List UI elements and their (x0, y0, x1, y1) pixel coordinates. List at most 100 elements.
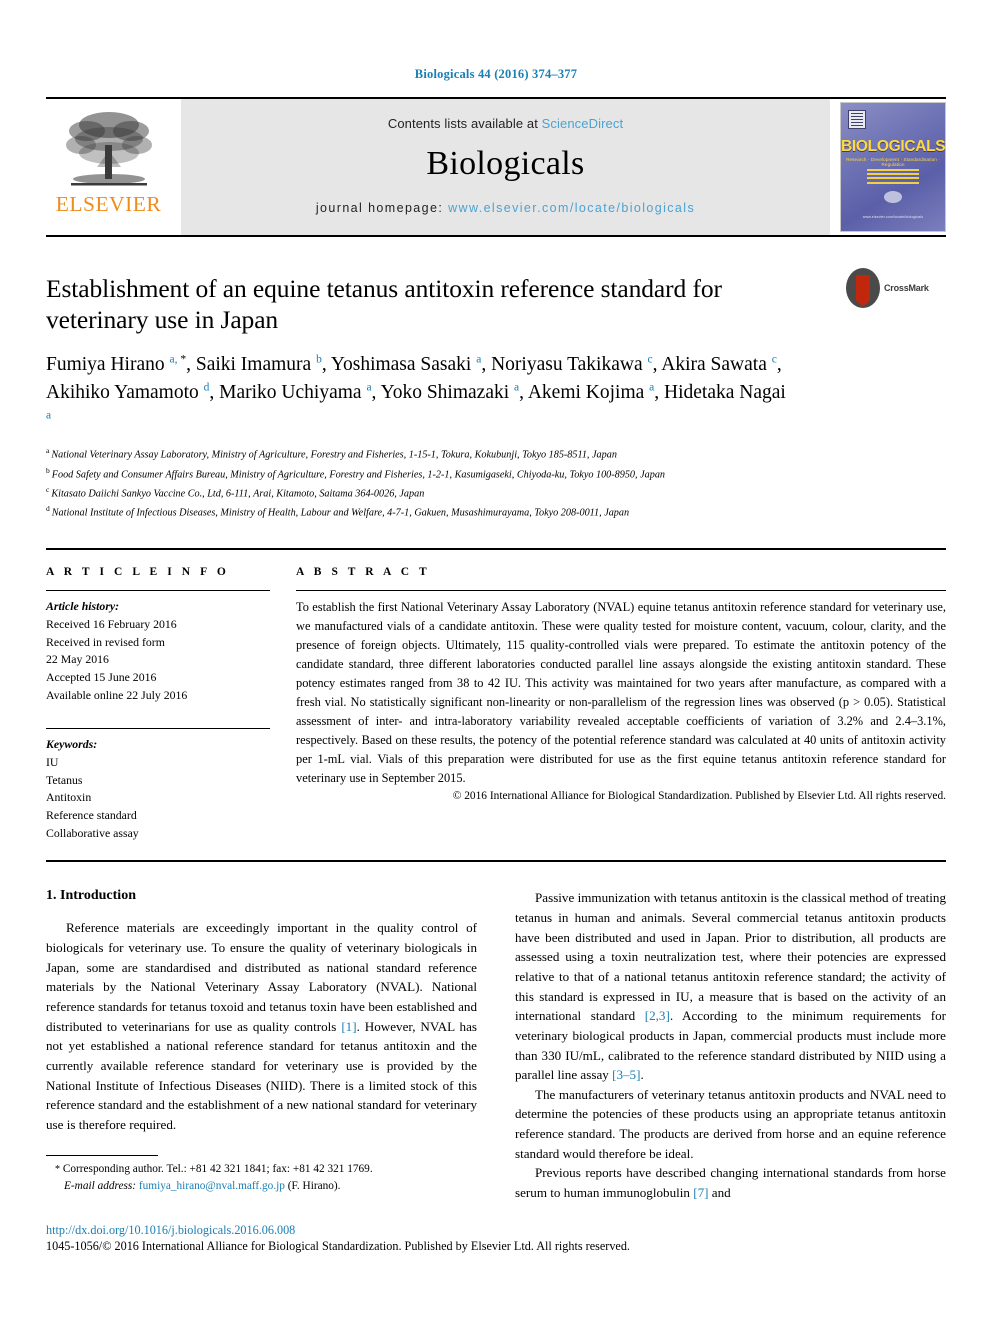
author-name: Fumiya Hirano (46, 354, 170, 376)
affiliation-text: Food Safety and Consumer Affairs Bureau,… (51, 468, 666, 480)
author-name: Akira Sawata (661, 354, 772, 376)
elsevier-branding: ELSEVIER (46, 99, 171, 235)
author-separator: , (652, 354, 662, 376)
article-history-item: Received 16 February 2016 (46, 616, 177, 631)
author-separator: , (776, 354, 782, 376)
keyword-item: Reference standard (46, 808, 137, 823)
paragraph-text: Passive immunization with tetanus antito… (515, 890, 946, 1024)
author-affiliation-mark: a (46, 409, 52, 422)
band-bottom-rule (46, 860, 946, 863)
footnote-star-icon: * (55, 1164, 60, 1175)
body-paragraph: Passive immunization with tetanus antito… (515, 888, 946, 1084)
citation-link[interactable]: [1] (341, 1019, 356, 1034)
page-footer: http://dx.doi.org/10.1016/j.biologicals.… (46, 1222, 946, 1255)
article-history-lines: Received 16 February 2016 Received in rev… (46, 616, 270, 704)
homepage-prefix: journal homepage: (315, 201, 449, 215)
abstract-column: A B S T R A C T To establish the first N… (296, 566, 946, 842)
author-name: Noriyasu Takikawa (491, 354, 648, 376)
abstract-rule (296, 590, 946, 592)
author-name: Yoshimasa Sasaki (330, 354, 477, 376)
affiliation-text: Kitasato Daiichi Sankyo Vaccine Co., Ltd… (51, 488, 425, 500)
author-affiliation-mark: a, * (169, 353, 187, 366)
affiliation-item: a National Veterinary Assay Laboratory, M… (46, 445, 946, 464)
email-link[interactable]: fumiya_hirano@nval.maff.go.jp (139, 1180, 285, 1192)
abstract-heading: A B S T R A C T (296, 566, 431, 579)
author-name: Mariko Uchiyama (219, 381, 367, 403)
cover-emblem-icon (848, 109, 866, 129)
cover-seal-icon (884, 190, 902, 203)
paragraph-text: . However, NVAL has not yet established … (46, 1018, 477, 1132)
doi-link[interactable]: http://dx.doi.org/10.1016/j.biologicals.… (46, 1222, 946, 1238)
paragraph-text: The manufacturers of veterinary tetanus … (515, 1086, 946, 1161)
keyword-item: Antitoxin (46, 790, 92, 805)
author-separator: , (519, 381, 528, 403)
author-separator: , (481, 354, 492, 376)
crossmark-badge[interactable]: CrossMark (846, 267, 946, 309)
corresponding-author-footnote: * Corresponding author. Tel.: +81 42 321… (46, 1161, 477, 1178)
cover-title: BIOLOGICALS (841, 137, 946, 155)
paragraph-text: . (640, 1067, 644, 1083)
journal-title: Biologicals (426, 145, 585, 182)
affiliation-item: b Food Safety and Consumer Affairs Bureau… (46, 465, 946, 484)
author-separator: , (209, 381, 220, 403)
right-column: Passive immunization with tetanus antito… (515, 888, 946, 1202)
cover-subtitle: Research · Development · Standardisation… (846, 156, 940, 167)
affiliation-item: d National Institute of Infectious Diseas… (46, 503, 946, 522)
body-paragraph: Reference materials are exceedingly impo… (46, 918, 477, 1134)
corresponding-author-text: Corresponding author. Tel.: +81 42 321 1… (62, 1163, 373, 1175)
affiliation-text: National Veterinary Assay Laboratory, Mi… (51, 449, 617, 461)
footnote-area: * Corresponding author. Tel.: +81 42 321… (46, 1155, 477, 1194)
left-column-paragraphs: Reference materials are exceedingly impo… (46, 918, 477, 1134)
right-column-paragraphs: Passive immunization with tetanus antito… (515, 888, 946, 1202)
footnote-rule (46, 1155, 158, 1156)
citation-link[interactable]: [2,3] (645, 1008, 670, 1023)
article-history-item: Received in revised form (46, 634, 165, 649)
elsevier-tree-logo (65, 111, 152, 185)
author-separator: , (371, 381, 381, 403)
affiliation-list: a National Veterinary Assay Laboratory, M… (46, 445, 946, 522)
crossmark-label: CrossMark (884, 282, 929, 293)
author-name: Akemi Kojima (527, 381, 650, 403)
title-area: Establishment of an equine tetanus antit… (46, 237, 946, 523)
email-owner: (F. Hirano). (287, 1179, 341, 1192)
body-paragraph: The manufacturers of veterinary tetanus … (515, 1085, 946, 1164)
author-name: Akihiko Yamamoto (46, 381, 204, 403)
affiliation-text: National Institute of Infectious Disease… (51, 507, 630, 519)
introduction-heading: 1. Introduction (46, 888, 477, 904)
affiliation-item: c Kitasato Daiichi Sankyo Vaccine Co., Lt… (46, 484, 946, 503)
article-history-label: Article history: (46, 599, 120, 614)
email-label: E-mail address: (64, 1179, 137, 1192)
keyword-item: Collaborative assay (46, 825, 139, 840)
article-title: Establishment of an equine tetanus antit… (46, 273, 722, 334)
journal-masthead: ELSEVIER Contents lists available at Sci… (46, 96, 946, 235)
body-paragraph: Previous reports have described changing… (515, 1163, 946, 1202)
email-footnote: E-mail address: fumiya_hirano@nval.maff.… (46, 1178, 477, 1194)
author-name: Hidetaka Nagai (664, 381, 786, 403)
keyword-item: IU (46, 754, 59, 769)
keyword-item: Tetanus (46, 772, 83, 787)
journal-cover-thumbnail: BIOLOGICALS Research · Development · Sta… (840, 101, 946, 232)
author-separator: , (654, 381, 665, 403)
article-history-item: Accepted 15 June 2016 (46, 669, 157, 684)
keyword-lines: IU Tetanus Antitoxin Reference standard Coll… (46, 754, 270, 842)
running-head: Biologicals 44 (2016) 374–377 (414, 67, 578, 81)
abstract-copyright: © 2016 International Alliance for Biolog… (452, 789, 946, 802)
info-abstract-band: A R T I C L E I N F O Article history: R… (46, 548, 946, 842)
sciencedirect-link[interactable]: ScienceDirect (542, 116, 624, 131)
author-name: Yoko Shimazaki (380, 381, 515, 403)
author-separator: , (186, 354, 196, 376)
paragraph-text: and (708, 1185, 731, 1201)
article-history-item: 22 May 2016 (46, 652, 109, 667)
citation-link[interactable]: [7] (693, 1185, 708, 1200)
cover-decorative-lines (867, 168, 919, 187)
elsevier-wordmark: ELSEVIER (55, 191, 162, 216)
homepage-url-link[interactable]: www.elsevier.com/locate/biologicals (448, 201, 695, 215)
section-number: 1. (46, 888, 57, 904)
crossmark-icon (846, 267, 880, 308)
author-list: Fumiya Hirano a, *, Saiki Imamura b, Yos… (46, 351, 786, 434)
citation-link[interactable]: [3–5] (612, 1067, 640, 1082)
contents-available-line: Contents lists available at ScienceDirec… (388, 116, 623, 131)
issn-copyright-line: 1045-1056/© 2016 International Alliance … (46, 1239, 630, 1254)
keywords-label: Keywords: (46, 737, 98, 752)
journal-homepage-line: journal homepage: www.elsevier.com/locat… (316, 201, 695, 215)
